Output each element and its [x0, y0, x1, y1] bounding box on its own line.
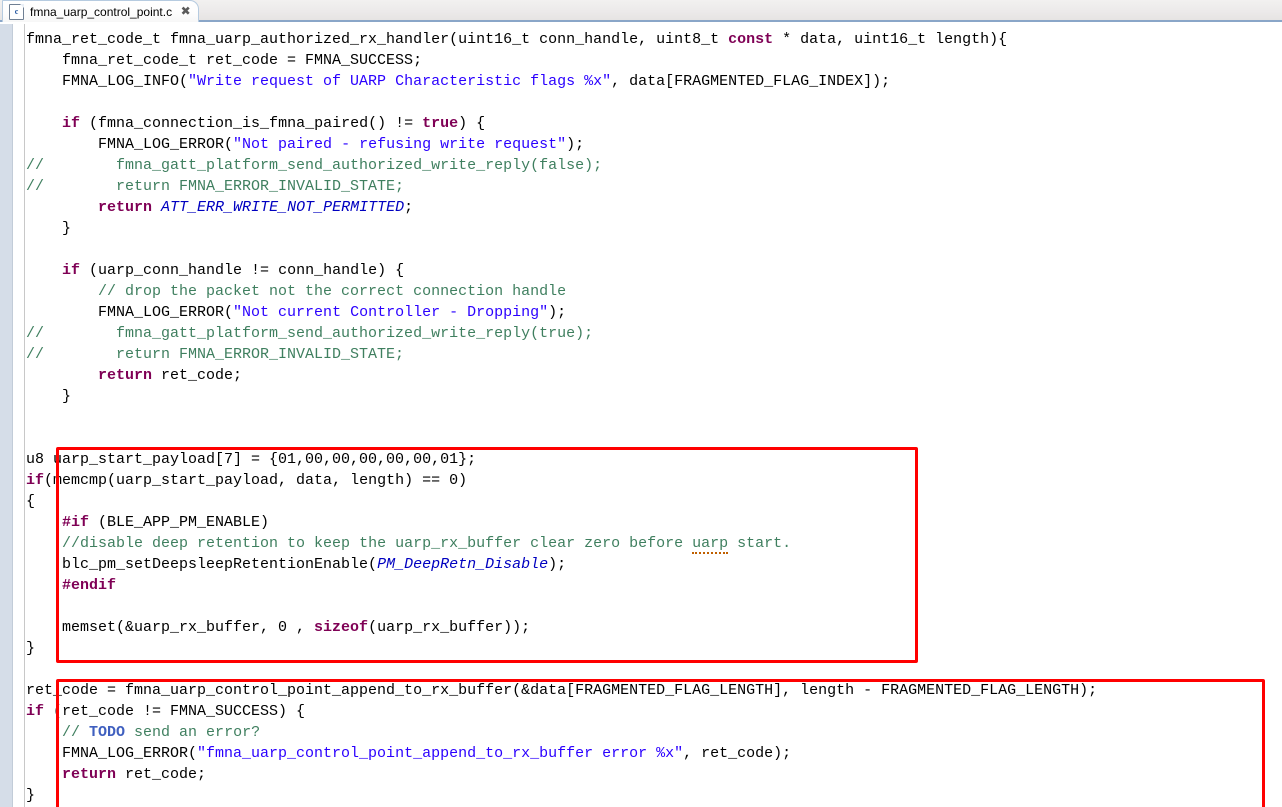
code-line: u8 uarp_start_payload[7] = {01,00,00,00,…	[26, 449, 1282, 470]
code-line: if (uarp_conn_handle != conn_handle) {	[26, 260, 1282, 281]
code-line: fmna_ret_code_t fmna_uarp_authorized_rx_…	[26, 29, 1282, 50]
close-icon[interactable]: ✖	[179, 5, 192, 18]
code-line: if (ret_code != FMNA_SUCCESS) {	[26, 701, 1282, 722]
editor-tab-bar: c fmna_uarp_control_point.c ✖	[0, 0, 1282, 22]
code-line: FMNA_LOG_ERROR("fmna_uarp_control_point_…	[26, 743, 1282, 764]
tab-fmna-uarp-control-point-c[interactable]: c fmna_uarp_control_point.c ✖	[2, 0, 199, 22]
code-line: // return FMNA_ERROR_INVALID_STATE;	[26, 344, 1282, 365]
code-line	[26, 596, 1282, 617]
code-line: // fmna_gatt_platform_send_authorized_wr…	[26, 155, 1282, 176]
code-line	[26, 407, 1282, 428]
code-line: // return FMNA_ERROR_INVALID_STATE;	[26, 176, 1282, 197]
code-line: // drop the packet not the correct conne…	[26, 281, 1282, 302]
code-editor-pane[interactable]: fmna_ret_code_t fmna_uarp_authorized_rx_…	[0, 24, 1282, 807]
code-line: return ret_code;	[26, 365, 1282, 386]
code-line: }	[26, 386, 1282, 407]
source-code-text[interactable]: fmna_ret_code_t fmna_uarp_authorized_rx_…	[26, 24, 1282, 807]
code-line: ret_code = fmna_uarp_control_point_appen…	[26, 680, 1282, 701]
code-line: return ret_code;	[26, 764, 1282, 785]
code-line: FMNA_LOG_ERROR("Not current Controller -…	[26, 302, 1282, 323]
code-line: fmna_ret_code_t ret_code = FMNA_SUCCESS;	[26, 50, 1282, 71]
code-line: // fmna_gatt_platform_send_authorized_wr…	[26, 323, 1282, 344]
code-line: blc_pm_setDeepsleepRetentionEnable(PM_De…	[26, 554, 1282, 575]
code-line: // TODO send an error?	[26, 722, 1282, 743]
code-line: return ATT_ERR_WRITE_NOT_PERMITTED;	[26, 197, 1282, 218]
code-line: memset(&uarp_rx_buffer, 0 , sizeof(uarp_…	[26, 617, 1282, 638]
c-file-icon: c	[9, 4, 24, 20]
editor-window: c fmna_uarp_control_point.c ✖ fmna_ret_c…	[0, 0, 1282, 807]
code-line: }	[26, 638, 1282, 659]
code-line: //disable deep retention to keep the uar…	[26, 533, 1282, 554]
editor-annotation-ruler[interactable]	[0, 24, 13, 807]
code-line	[26, 428, 1282, 449]
code-line: #endif	[26, 575, 1282, 596]
code-line: FMNA_LOG_INFO("Write request of UARP Cha…	[26, 71, 1282, 92]
code-line: }	[26, 218, 1282, 239]
code-line: FMNA_LOG_ERROR("Not paired - refusing wr…	[26, 134, 1282, 155]
code-line: if(memcmp(uarp_start_payload, data, leng…	[26, 470, 1282, 491]
code-line: #if (BLE_APP_PM_ENABLE)	[26, 512, 1282, 533]
code-line: {	[26, 491, 1282, 512]
editor-line-number-gutter[interactable]	[14, 24, 25, 807]
code-line	[26, 659, 1282, 680]
code-line	[26, 239, 1282, 260]
code-line: if (fmna_connection_is_fmna_paired() != …	[26, 113, 1282, 134]
tab-label: fmna_uarp_control_point.c	[30, 5, 172, 19]
code-line: }	[26, 785, 1282, 806]
code-line	[26, 92, 1282, 113]
